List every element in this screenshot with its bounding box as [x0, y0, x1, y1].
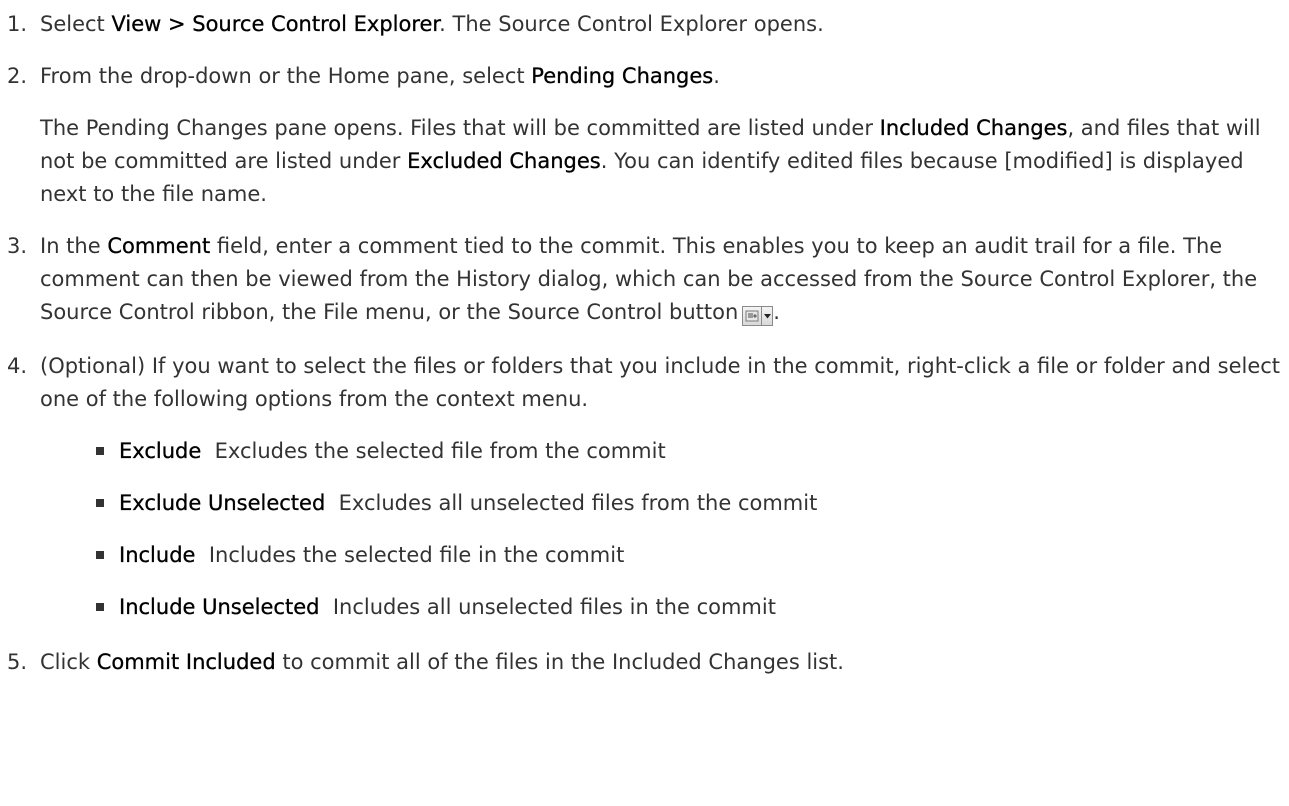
step-2: 2. From the drop-down or the Home pane, …	[0, 60, 1289, 211]
text-run: .	[773, 300, 780, 324]
list-item: Include Includes the selected file in th…	[96, 539, 1289, 572]
text-run: .	[713, 64, 720, 88]
text-run: . The Source Control Explorer opens.	[439, 12, 824, 36]
option-desc: Includes all unselected files in the com…	[332, 595, 776, 619]
step-text: (Optional) If you want to select the fil…	[40, 354, 1281, 411]
step-detail: The Pending Changes pane opens. Files th…	[40, 112, 1289, 211]
ui-term: Comment	[107, 234, 211, 258]
step-1: 1. Select View > Source Control Explorer…	[0, 8, 1289, 41]
step-number: 4.	[7, 354, 28, 378]
option-term: Exclude Unselected	[119, 491, 326, 515]
list-item: Include Unselected Includes all unselect…	[96, 591, 1289, 624]
list-item: Exclude Unselected Excludes all unselect…	[96, 487, 1289, 520]
text-run: The Pending Changes pane opens. Files th…	[40, 116, 880, 140]
ui-term: Pending Changes	[531, 64, 714, 88]
document-body: 1. Select View > Source Control Explorer…	[0, 0, 1289, 679]
text-run: Select	[40, 12, 112, 36]
step-number: 2.	[7, 64, 28, 88]
option-desc: Excludes all unselected files from the c…	[338, 491, 818, 515]
dropdown-arrow-icon	[762, 306, 774, 326]
step-text: Select View > Source Control Explorer. T…	[40, 8, 1289, 41]
ui-term: Included Changes	[879, 116, 1068, 140]
step-5: 5. Click Commit Included to commit all o…	[0, 646, 1289, 679]
step-number: 5.	[7, 650, 28, 674]
list-item: Exclude Excludes the selected file from …	[96, 435, 1289, 468]
step-text: In the Comment field, enter a comment ti…	[40, 230, 1289, 329]
text-run: Click	[40, 650, 97, 674]
ui-term: Commit Included	[96, 650, 276, 674]
step-4: 4. (Optional) If you want to select the …	[0, 350, 1289, 624]
option-desc: Excludes the selected file from the comm…	[214, 439, 666, 463]
source-control-icon	[742, 306, 763, 326]
ui-term: Excluded Changes	[407, 149, 601, 173]
step-text: Click Commit Included to commit all of t…	[40, 646, 1289, 679]
bullet-icon	[96, 447, 104, 455]
text-run: field, enter a comment tied to the commi…	[40, 234, 1258, 324]
step-text: From the drop-down or the Home pane, sel…	[40, 60, 1289, 93]
option-term: Include	[119, 543, 196, 567]
bullet-icon	[96, 603, 104, 611]
option-term: Exclude	[119, 439, 202, 463]
bullet-icon	[96, 499, 104, 507]
step-number: 3.	[7, 234, 28, 258]
options-list: Exclude Excludes the selected file from …	[40, 435, 1289, 624]
text-run: From the drop-down or the Home pane, sel…	[40, 64, 532, 88]
text-run: In the	[40, 234, 108, 258]
option-term: Include Unselected	[119, 595, 320, 619]
step-number: 1.	[7, 12, 28, 36]
option-desc: Includes the selected file in the commit	[208, 543, 625, 567]
source-control-button	[742, 305, 774, 327]
step-3: 3. In the Comment field, enter a comment…	[0, 230, 1289, 329]
menu-path: View > Source Control Explorer	[111, 12, 440, 36]
text-run: to commit all of the files in the Includ…	[275, 650, 844, 674]
bullet-icon	[96, 551, 104, 559]
